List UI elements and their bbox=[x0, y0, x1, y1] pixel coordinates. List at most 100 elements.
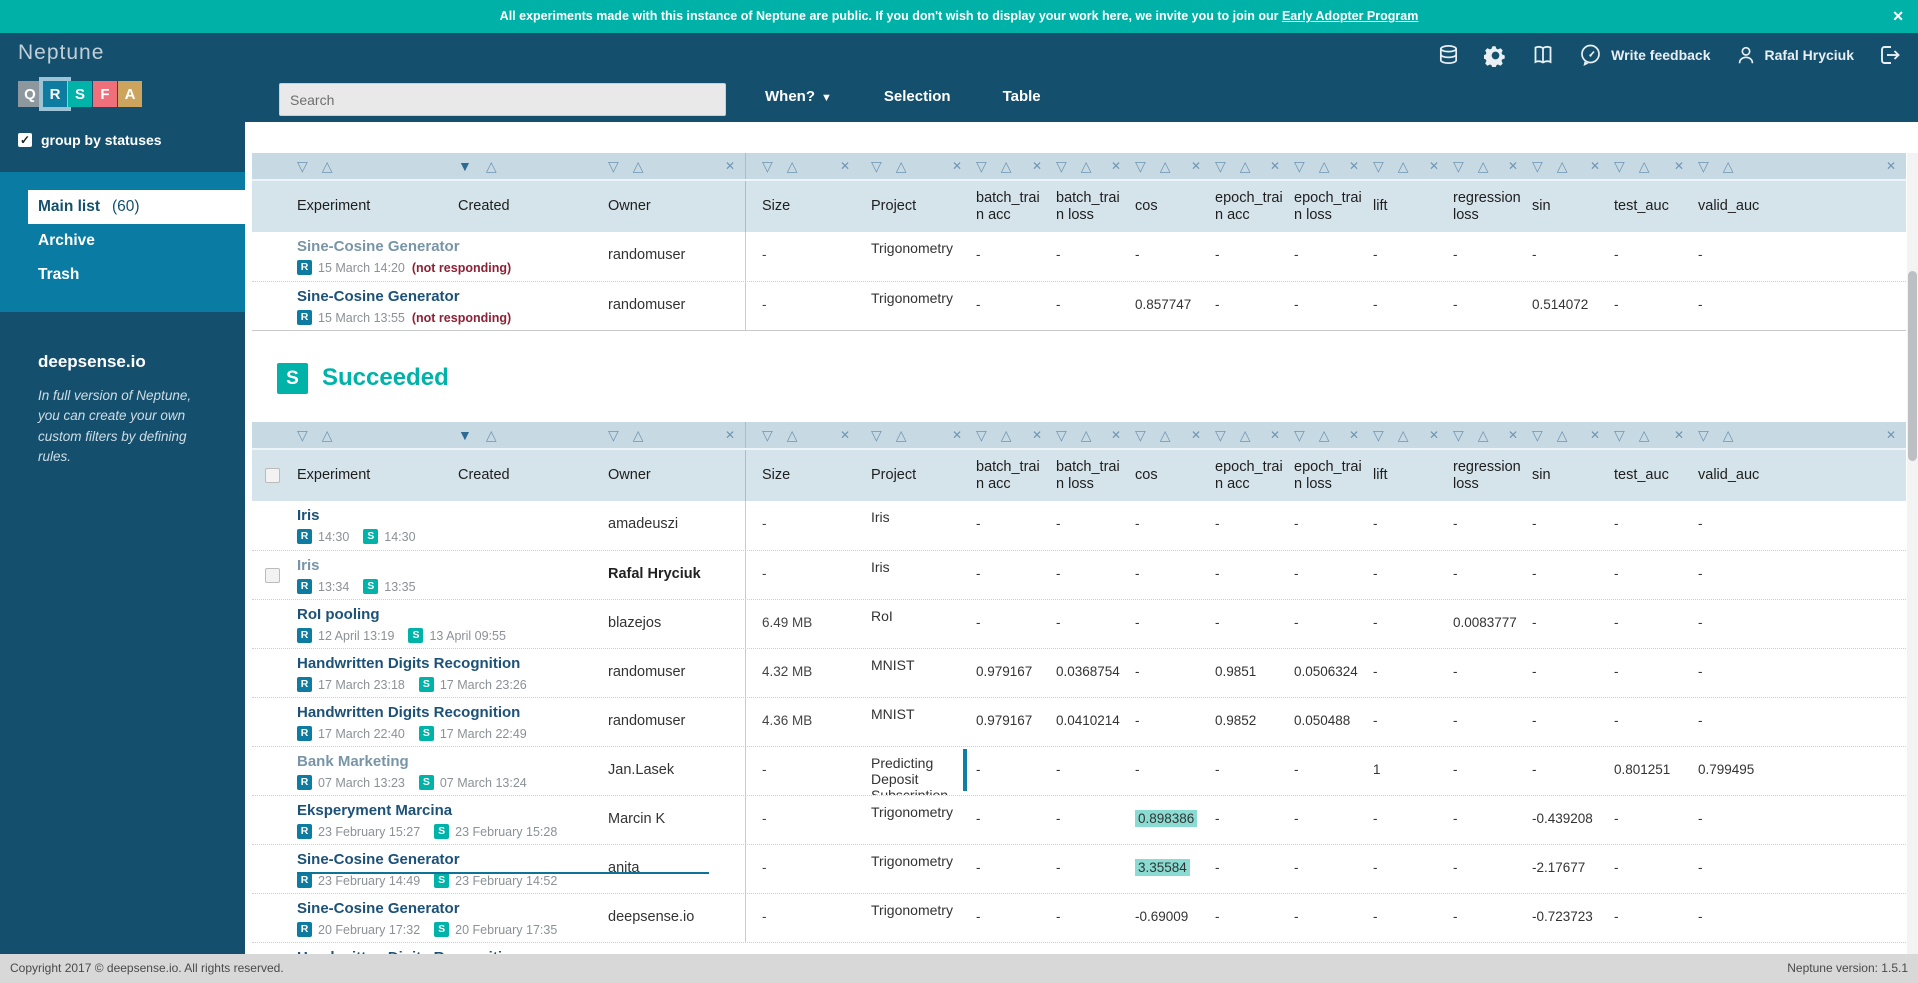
column-header-size[interactable]: Size bbox=[745, 181, 860, 232]
column-header-created[interactable]: Created bbox=[440, 181, 590, 232]
column-header-cos[interactable]: cos bbox=[1131, 450, 1211, 501]
sort-asc-icon[interactable]: △ bbox=[1081, 158, 1092, 175]
filter-funnel-icon[interactable]: ▽ bbox=[871, 158, 882, 175]
column-header-test_auc[interactable]: test_auc bbox=[1610, 181, 1694, 232]
column-header-regression-loss[interactable]: regression loss bbox=[1449, 181, 1528, 232]
filter-funnel-icon[interactable]: ▽ bbox=[871, 427, 882, 444]
sidebar-item-main-list[interactable]: Main list (60) bbox=[28, 190, 245, 224]
sort-desc-active-icon[interactable]: ▼ bbox=[458, 427, 472, 443]
sort-asc-icon[interactable]: △ bbox=[322, 427, 333, 444]
sort-asc-icon[interactable]: △ bbox=[633, 158, 644, 175]
filter-funnel-icon[interactable]: ▽ bbox=[1453, 427, 1464, 444]
status-badge-r[interactable]: R bbox=[39, 77, 71, 111]
filter-funnel-icon[interactable]: ▽ bbox=[976, 427, 987, 444]
filter-funnel-icon[interactable]: ▽ bbox=[762, 427, 773, 444]
filter-funnel-icon[interactable]: ▽ bbox=[1532, 158, 1543, 175]
column-header-lift[interactable]: lift bbox=[1369, 450, 1449, 501]
remove-column-icon[interactable]: ✕ bbox=[1270, 159, 1280, 173]
sort-asc-icon[interactable]: △ bbox=[896, 427, 907, 444]
experiment-link[interactable]: RoI pooling bbox=[297, 606, 379, 623]
filter-funnel-icon[interactable]: ▽ bbox=[1453, 158, 1464, 175]
filter-funnel-icon[interactable]: ▽ bbox=[1614, 158, 1625, 175]
status-badge-f[interactable]: F bbox=[93, 81, 117, 107]
sort-desc-active-icon[interactable]: ▼ bbox=[458, 158, 472, 174]
search-input[interactable] bbox=[279, 83, 726, 116]
sort-asc-icon[interactable]: △ bbox=[1723, 427, 1734, 444]
menu-selection[interactable]: Selection bbox=[884, 88, 951, 105]
column-header-test_auc[interactable]: test_auc bbox=[1610, 450, 1694, 501]
experiment-link[interactable]: Iris bbox=[297, 557, 320, 574]
column-header-lift[interactable]: lift bbox=[1369, 181, 1449, 232]
column-header-owner[interactable]: Owner bbox=[590, 450, 745, 501]
column-header-regression-loss[interactable]: regression loss bbox=[1449, 450, 1528, 501]
sort-asc-icon[interactable]: △ bbox=[1639, 427, 1650, 444]
status-badge-s[interactable]: S bbox=[68, 81, 92, 107]
sort-asc-icon[interactable]: △ bbox=[1319, 427, 1330, 444]
filter-funnel-icon[interactable]: ▽ bbox=[1532, 427, 1543, 444]
column-header-size[interactable]: Size bbox=[745, 450, 860, 501]
sort-asc-icon[interactable]: △ bbox=[1160, 158, 1171, 175]
sidebar-item-trash[interactable]: Trash bbox=[0, 258, 245, 292]
sort-asc-icon[interactable]: △ bbox=[1557, 427, 1568, 444]
row-checkbox[interactable] bbox=[265, 568, 280, 583]
experiment-link[interactable]: Sine-Cosine Generator bbox=[297, 238, 460, 255]
remove-column-icon[interactable]: ✕ bbox=[1508, 159, 1518, 173]
sort-asc-icon[interactable]: △ bbox=[322, 158, 333, 175]
filter-funnel-icon[interactable]: ▽ bbox=[976, 158, 987, 175]
column-header-epoch_train-loss[interactable]: epoch_train loss bbox=[1290, 181, 1369, 232]
vertical-scrollbar[interactable] bbox=[1907, 153, 1918, 954]
column-header-created[interactable]: Created bbox=[440, 450, 590, 501]
sort-asc-icon[interactable]: △ bbox=[787, 427, 798, 444]
column-header-valid_auc[interactable]: valid_auc bbox=[1694, 450, 1906, 501]
sort-asc-icon[interactable]: △ bbox=[486, 158, 497, 175]
banner-close-icon[interactable]: ✕ bbox=[1892, 0, 1904, 33]
filter-funnel-icon[interactable]: ▽ bbox=[608, 158, 619, 175]
logout-icon[interactable] bbox=[1878, 43, 1902, 67]
column-header-epoch_train-loss[interactable]: epoch_train loss bbox=[1290, 450, 1369, 501]
column-header-batch_train-loss[interactable]: batch_train loss bbox=[1052, 450, 1131, 501]
remove-column-icon[interactable]: ✕ bbox=[1674, 428, 1684, 442]
remove-column-icon[interactable]: ✕ bbox=[1111, 428, 1121, 442]
filter-funnel-icon[interactable]: ▽ bbox=[297, 158, 308, 175]
sort-asc-icon[interactable]: △ bbox=[1478, 427, 1489, 444]
remove-column-icon[interactable]: ✕ bbox=[840, 428, 850, 442]
group-by-statuses-toggle[interactable]: ✓ group by statuses bbox=[0, 122, 245, 148]
sort-asc-icon[interactable]: △ bbox=[1319, 158, 1330, 175]
column-header-batch_train-acc[interactable]: batch_train acc bbox=[972, 450, 1052, 501]
neptune-logo[interactable]: Neptune bbox=[18, 41, 104, 65]
sort-asc-icon[interactable]: △ bbox=[1639, 158, 1650, 175]
experiment-link[interactable]: Bank Marketing bbox=[297, 753, 409, 770]
remove-column-icon[interactable]: ✕ bbox=[725, 428, 735, 442]
column-header-epoch_train-acc[interactable]: epoch_train acc bbox=[1211, 181, 1290, 232]
menu-when[interactable]: When? ▼ bbox=[765, 88, 832, 105]
sort-asc-icon[interactable]: △ bbox=[1557, 158, 1568, 175]
remove-column-icon[interactable]: ✕ bbox=[1349, 428, 1359, 442]
remove-column-icon[interactable]: ✕ bbox=[1886, 428, 1896, 442]
filter-funnel-icon[interactable]: ▽ bbox=[762, 158, 773, 175]
remove-column-icon[interactable]: ✕ bbox=[952, 428, 962, 442]
experiment-link[interactable]: Iris bbox=[297, 507, 320, 524]
experiment-link[interactable]: Handwritten Digits Recognition bbox=[297, 655, 520, 672]
column-header-project[interactable]: Project bbox=[860, 181, 972, 232]
sort-asc-icon[interactable]: △ bbox=[1240, 427, 1251, 444]
sort-asc-icon[interactable]: △ bbox=[1240, 158, 1251, 175]
column-header-experiment[interactable]: Experiment bbox=[252, 450, 440, 501]
filter-funnel-icon[interactable]: ▽ bbox=[1056, 427, 1067, 444]
sort-asc-icon[interactable]: △ bbox=[633, 427, 644, 444]
column-header-epoch_train-acc[interactable]: epoch_train acc bbox=[1211, 450, 1290, 501]
experiment-link[interactable]: Sine-Cosine Generator bbox=[297, 851, 460, 868]
experiment-link[interactable]: Sine-Cosine Generator bbox=[297, 900, 460, 917]
sort-asc-icon[interactable]: △ bbox=[1081, 427, 1092, 444]
experiment-link[interactable]: Handwritten Digits Recognition bbox=[297, 704, 520, 721]
remove-column-icon[interactable]: ✕ bbox=[1032, 159, 1042, 173]
filter-funnel-icon[interactable]: ▽ bbox=[1614, 427, 1625, 444]
filter-funnel-icon[interactable]: ▽ bbox=[1294, 427, 1305, 444]
remove-column-icon[interactable]: ✕ bbox=[1191, 159, 1201, 173]
column-header-valid_auc[interactable]: valid_auc bbox=[1694, 181, 1906, 232]
user-menu[interactable]: Rafal Hryciuk bbox=[1735, 44, 1854, 66]
filter-funnel-icon[interactable]: ▽ bbox=[1056, 158, 1067, 175]
remove-column-icon[interactable]: ✕ bbox=[1032, 428, 1042, 442]
filter-funnel-icon[interactable]: ▽ bbox=[297, 427, 308, 444]
filter-funnel-icon[interactable]: ▽ bbox=[1135, 158, 1146, 175]
scrollbar-thumb[interactable] bbox=[1908, 271, 1917, 461]
